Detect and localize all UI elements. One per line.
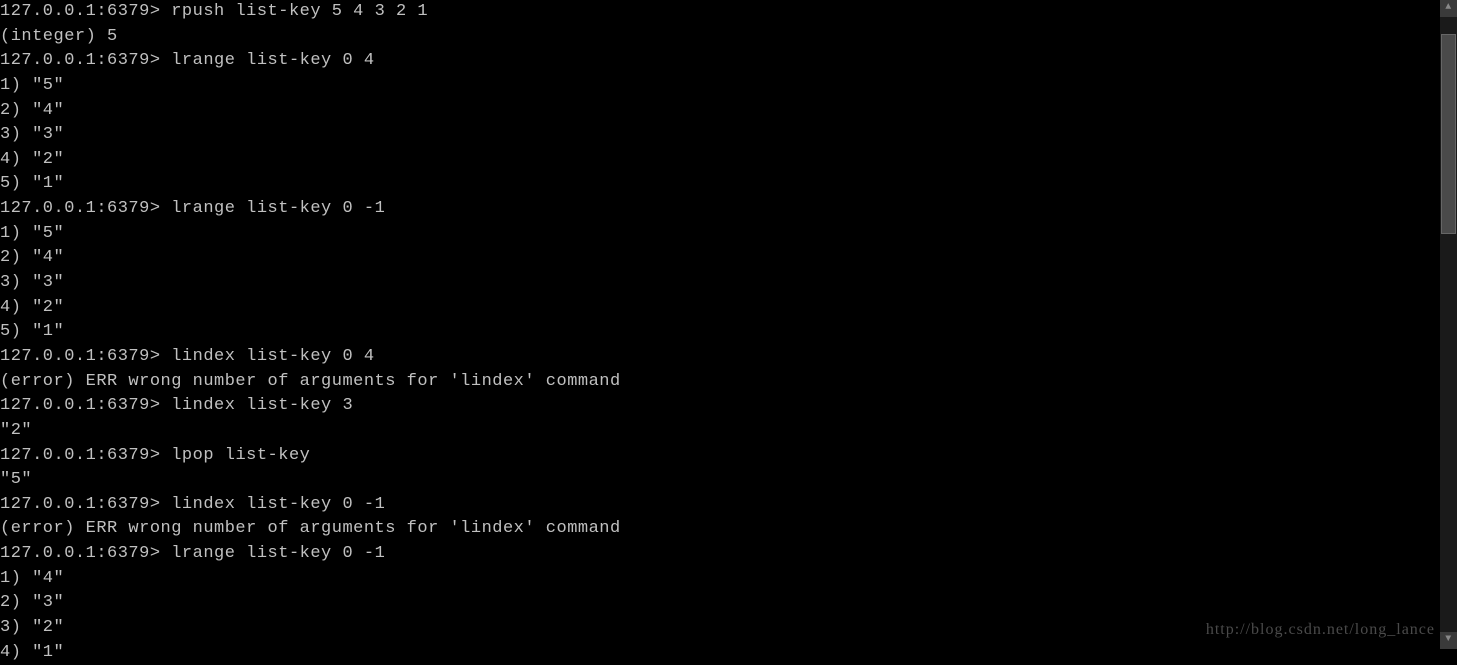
redis-output: 1) "5": [0, 76, 64, 95]
redis-output: 3) "3": [0, 273, 64, 292]
terminal-line: 127.0.0.1:6379> lrange list-key 0 4: [0, 49, 1457, 74]
terminal-line: "5": [0, 468, 1457, 493]
redis-output: 2) "3": [0, 593, 64, 612]
terminal-line: (error) ERR wrong number of arguments fo…: [0, 517, 1457, 542]
terminal-line: 127.0.0.1:6379> lrange list-key 0 -1: [0, 197, 1457, 222]
redis-output: 4) "2": [0, 298, 64, 317]
terminal-line: 2) "4": [0, 246, 1457, 271]
redis-output: 3) "3": [0, 125, 64, 144]
terminal-output[interactable]: 127.0.0.1:6379> rpush list-key 5 4 3 2 1…: [0, 0, 1457, 665]
redis-prompt: 127.0.0.1:6379>: [0, 199, 161, 218]
redis-prompt: 127.0.0.1:6379>: [0, 544, 161, 563]
redis-command: lrange list-key 0 -1: [161, 544, 386, 563]
redis-output: 3) "2": [0, 618, 64, 637]
redis-output: 2) "4": [0, 248, 64, 267]
terminal-line: 2) "4": [0, 99, 1457, 124]
terminal-line: "2": [0, 419, 1457, 444]
redis-output: 5) "1": [0, 322, 64, 341]
redis-command: lpop list-key: [161, 446, 311, 465]
terminal-line: 4) "1": [0, 641, 1457, 665]
redis-prompt: 127.0.0.1:6379>: [0, 51, 161, 70]
redis-output: 1) "5": [0, 224, 64, 243]
terminal-line: (integer) 5: [0, 25, 1457, 50]
redis-command: lindex list-key 3: [161, 396, 354, 415]
terminal-line: 3) "3": [0, 123, 1457, 148]
terminal-line: 127.0.0.1:6379> lrange list-key 0 -1: [0, 542, 1457, 567]
redis-prompt: 127.0.0.1:6379>: [0, 347, 161, 366]
scroll-up-button[interactable]: ▲: [1440, 0, 1457, 17]
redis-output: 4) "1": [0, 643, 64, 662]
redis-output: 2) "4": [0, 101, 64, 120]
terminal-line: 4) "2": [0, 296, 1457, 321]
redis-command: rpush list-key 5 4 3 2 1: [161, 2, 429, 21]
terminal-line: 1) "5": [0, 74, 1457, 99]
redis-output: 4) "2": [0, 150, 64, 169]
redis-prompt: 127.0.0.1:6379>: [0, 495, 161, 514]
terminal-line: 127.0.0.1:6379> lindex list-key 0 4: [0, 345, 1457, 370]
redis-output: "2": [0, 421, 32, 440]
terminal-line: (error) ERR wrong number of arguments fo…: [0, 370, 1457, 395]
redis-command: lindex list-key 0 -1: [161, 495, 386, 514]
scroll-down-button[interactable]: ▼: [1440, 632, 1457, 649]
scrollbar-thumb[interactable]: [1441, 34, 1456, 234]
terminal-line: 1) "4": [0, 567, 1457, 592]
terminal-line: 4) "2": [0, 148, 1457, 173]
redis-output: 1) "4": [0, 569, 64, 588]
terminal-line: 5) "1": [0, 320, 1457, 345]
redis-prompt: 127.0.0.1:6379>: [0, 446, 161, 465]
redis-prompt: 127.0.0.1:6379>: [0, 2, 161, 21]
redis-prompt: 127.0.0.1:6379>: [0, 396, 161, 415]
redis-command: lrange list-key 0 4: [161, 51, 375, 70]
terminal-line: 1) "5": [0, 222, 1457, 247]
vertical-scrollbar[interactable]: ▲ ▼: [1440, 0, 1457, 649]
watermark-text: http://blog.csdn.net/long_lance: [1206, 618, 1435, 641]
terminal-line: 2) "3": [0, 591, 1457, 616]
redis-output: (error) ERR wrong number of arguments fo…: [0, 519, 621, 538]
terminal-line: 127.0.0.1:6379> lindex list-key 0 -1: [0, 493, 1457, 518]
redis-output: (integer) 5: [0, 27, 118, 46]
redis-command: lindex list-key 0 4: [161, 347, 375, 366]
terminal-line: 3) "3": [0, 271, 1457, 296]
terminal-line: 127.0.0.1:6379> rpush list-key 5 4 3 2 1: [0, 0, 1457, 25]
scrollbar-track[interactable]: [1440, 17, 1457, 632]
redis-command: lrange list-key 0 -1: [161, 199, 386, 218]
terminal-line: 5) "1": [0, 172, 1457, 197]
redis-output: "5": [0, 470, 32, 489]
terminal-line: 127.0.0.1:6379> lpop list-key: [0, 444, 1457, 469]
redis-output: 5) "1": [0, 174, 64, 193]
terminal-line: 127.0.0.1:6379> lindex list-key 3: [0, 394, 1457, 419]
redis-output: (error) ERR wrong number of arguments fo…: [0, 372, 621, 391]
